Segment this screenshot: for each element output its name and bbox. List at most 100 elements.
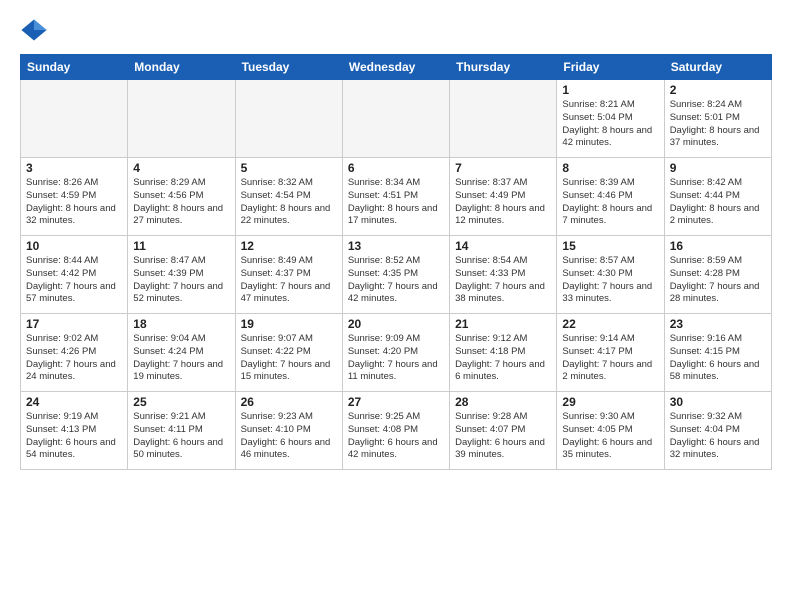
calendar-cell: 28 Sunrise: 9:28 AM Sunset: 4:07 PM Dayli… [450,392,557,470]
day-info: Sunrise: 9:02 AM Sunset: 4:26 PM Dayligh… [26,333,122,384]
day-number: 23 [670,317,766,331]
calendar-cell: 29 Sunrise: 9:30 AM Sunset: 4:05 PM Dayli… [557,392,664,470]
day-number: 1 [562,83,658,97]
day-info: Sunrise: 8:26 AM Sunset: 4:59 PM Dayligh… [26,177,122,228]
weekday-sunday: Sunday [21,55,128,80]
calendar-cell: 10 Sunrise: 8:44 AM Sunset: 4:42 PM Dayli… [21,236,128,314]
header [20,16,772,44]
calendar-cell: 2Sunrise: 8:24 AM Sunset: 5:01 PM Daylig… [664,80,771,158]
week-row-4: 24 Sunrise: 9:19 AM Sunset: 4:13 PM Dayli… [21,392,772,470]
day-info: Sunrise: 9:30 AM Sunset: 4:05 PM Dayligh… [562,411,658,462]
calendar-cell: 19 Sunrise: 9:07 AM Sunset: 4:22 PM Dayli… [235,314,342,392]
day-number: 20 [348,317,444,331]
weekday-row: SundayMondayTuesdayWednesdayThursdayFrid… [21,55,772,80]
calendar-cell [235,80,342,158]
day-info: Sunrise: 9:19 AM Sunset: 4:13 PM Dayligh… [26,411,122,462]
calendar-cell: 1 Sunrise: 8:21 AM Sunset: 5:04 PM Daylig… [557,80,664,158]
day-info: Sunrise: 8:37 AM Sunset: 4:49 PM Dayligh… [455,177,551,228]
calendar-cell: 5 Sunrise: 8:32 AM Sunset: 4:54 PM Daylig… [235,158,342,236]
day-number: 6 [348,161,444,175]
day-number: 14 [455,239,551,253]
day-number: 28 [455,395,551,409]
day-number: 25 [133,395,229,409]
calendar-cell: 18Sunrise: 9:04 AM Sunset: 4:24 PM Dayli… [128,314,235,392]
day-info: Sunrise: 8:39 AM Sunset: 4:46 PM Dayligh… [562,177,658,228]
calendar-cell: 24 Sunrise: 9:19 AM Sunset: 4:13 PM Dayli… [21,392,128,470]
day-number: 12 [241,239,337,253]
day-info: Sunrise: 8:44 AM Sunset: 4:42 PM Dayligh… [26,255,122,306]
calendar-cell: 4Sunrise: 8:29 AM Sunset: 4:56 PM Daylig… [128,158,235,236]
weekday-saturday: Saturday [664,55,771,80]
calendar-cell: 30 Sunrise: 9:32 AM Sunset: 4:04 PM Dayli… [664,392,771,470]
day-info: Sunrise: 9:16 AM Sunset: 4:15 PM Dayligh… [670,333,766,384]
calendar-cell: 9Sunrise: 8:42 AM Sunset: 4:44 PM Daylig… [664,158,771,236]
day-number: 5 [241,161,337,175]
day-number: 9 [670,161,766,175]
day-info: Sunrise: 9:14 AM Sunset: 4:17 PM Dayligh… [562,333,658,384]
day-info: Sunrise: 9:21 AM Sunset: 4:11 PM Dayligh… [133,411,229,462]
calendar-cell: 25 Sunrise: 9:21 AM Sunset: 4:11 PM Dayli… [128,392,235,470]
day-number: 10 [26,239,122,253]
calendar-cell: 13Sunrise: 8:52 AM Sunset: 4:35 PM Dayli… [342,236,449,314]
day-number: 24 [26,395,122,409]
day-info: Sunrise: 8:24 AM Sunset: 5:01 PM Dayligh… [670,99,766,150]
day-info: Sunrise: 8:32 AM Sunset: 4:54 PM Dayligh… [241,177,337,228]
day-info: Sunrise: 8:49 AM Sunset: 4:37 PM Dayligh… [241,255,337,306]
day-number: 27 [348,395,444,409]
day-number: 21 [455,317,551,331]
weekday-tuesday: Tuesday [235,55,342,80]
day-number: 17 [26,317,122,331]
day-number: 13 [348,239,444,253]
calendar-header: SundayMondayTuesdayWednesdayThursdayFrid… [21,55,772,80]
calendar-cell: 17 Sunrise: 9:02 AM Sunset: 4:26 PM Dayli… [21,314,128,392]
calendar-cell: 21Sunrise: 9:12 AM Sunset: 4:18 PM Dayli… [450,314,557,392]
day-info: Sunrise: 8:57 AM Sunset: 4:30 PM Dayligh… [562,255,658,306]
calendar-cell: 15 Sunrise: 8:57 AM Sunset: 4:30 PM Dayli… [557,236,664,314]
day-info: Sunrise: 9:32 AM Sunset: 4:04 PM Dayligh… [670,411,766,462]
day-number: 16 [670,239,766,253]
day-number: 19 [241,317,337,331]
calendar-cell: 6Sunrise: 8:34 AM Sunset: 4:51 PM Daylig… [342,158,449,236]
day-number: 3 [26,161,122,175]
day-info: Sunrise: 9:09 AM Sunset: 4:20 PM Dayligh… [348,333,444,384]
weekday-thursday: Thursday [450,55,557,80]
week-row-1: 3 Sunrise: 8:26 AM Sunset: 4:59 PM Daylig… [21,158,772,236]
day-info: Sunrise: 9:25 AM Sunset: 4:08 PM Dayligh… [348,411,444,462]
calendar-cell [342,80,449,158]
calendar-cell: 14Sunrise: 8:54 AM Sunset: 4:33 PM Dayli… [450,236,557,314]
day-info: Sunrise: 9:04 AM Sunset: 4:24 PM Dayligh… [133,333,229,384]
page: SundayMondayTuesdayWednesdayThursdayFrid… [0,0,792,612]
day-info: Sunrise: 9:07 AM Sunset: 4:22 PM Dayligh… [241,333,337,384]
calendar-cell: 16 Sunrise: 8:59 AM Sunset: 4:28 PM Dayli… [664,236,771,314]
day-number: 15 [562,239,658,253]
day-info: Sunrise: 8:29 AM Sunset: 4:56 PM Dayligh… [133,177,229,228]
day-info: Sunrise: 8:59 AM Sunset: 4:28 PM Dayligh… [670,255,766,306]
day-info: Sunrise: 9:28 AM Sunset: 4:07 PM Dayligh… [455,411,551,462]
day-info: Sunrise: 9:23 AM Sunset: 4:10 PM Dayligh… [241,411,337,462]
week-row-0: 1 Sunrise: 8:21 AM Sunset: 5:04 PM Daylig… [21,80,772,158]
calendar-cell: 3 Sunrise: 8:26 AM Sunset: 4:59 PM Daylig… [21,158,128,236]
calendar-cell: 22 Sunrise: 9:14 AM Sunset: 4:17 PM Dayli… [557,314,664,392]
week-row-3: 17 Sunrise: 9:02 AM Sunset: 4:26 PM Dayli… [21,314,772,392]
calendar-cell: 12 Sunrise: 8:49 AM Sunset: 4:37 PM Dayli… [235,236,342,314]
calendar-cell: 8 Sunrise: 8:39 AM Sunset: 4:46 PM Daylig… [557,158,664,236]
calendar-cell [21,80,128,158]
day-number: 11 [133,239,229,253]
day-number: 29 [562,395,658,409]
day-number: 8 [562,161,658,175]
calendar-cell: 7Sunrise: 8:37 AM Sunset: 4:49 PM Daylig… [450,158,557,236]
calendar-cell [128,80,235,158]
day-number: 26 [241,395,337,409]
calendar-body: 1 Sunrise: 8:21 AM Sunset: 5:04 PM Daylig… [21,80,772,470]
day-number: 22 [562,317,658,331]
logo-icon [20,16,48,44]
calendar-cell: 20 Sunrise: 9:09 AM Sunset: 4:20 PM Dayli… [342,314,449,392]
day-info: Sunrise: 8:21 AM Sunset: 5:04 PM Dayligh… [562,99,658,150]
logo [20,16,52,44]
calendar-cell: 27 Sunrise: 9:25 AM Sunset: 4:08 PM Dayli… [342,392,449,470]
weekday-wednesday: Wednesday [342,55,449,80]
calendar-cell: 23 Sunrise: 9:16 AM Sunset: 4:15 PM Dayli… [664,314,771,392]
day-number: 30 [670,395,766,409]
calendar-cell: 26 Sunrise: 9:23 AM Sunset: 4:10 PM Dayli… [235,392,342,470]
calendar-table: SundayMondayTuesdayWednesdayThursdayFrid… [20,54,772,470]
